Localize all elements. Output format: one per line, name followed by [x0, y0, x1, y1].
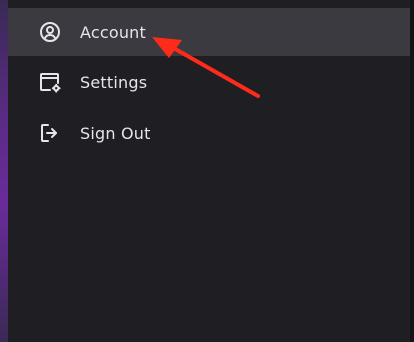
menu-item-label: Settings	[80, 72, 148, 92]
menu-item-settings[interactable]: Settings	[8, 58, 410, 106]
menu-item-account[interactable]: Account	[8, 8, 410, 56]
account-menu: Account Settings Sign Out	[8, 8, 410, 342]
account-circle-icon	[36, 18, 64, 46]
menu-item-sign-out[interactable]: Sign Out	[8, 109, 410, 157]
sign-out-icon	[36, 119, 64, 147]
menu-item-label: Account	[80, 22, 147, 42]
settings-window-icon	[36, 68, 64, 96]
app-root: Account Settings Sign Out	[0, 0, 414, 342]
window-edge	[410, 0, 414, 342]
accent-strip	[0, 0, 8, 342]
menu-item-label: Sign Out	[80, 123, 151, 143]
